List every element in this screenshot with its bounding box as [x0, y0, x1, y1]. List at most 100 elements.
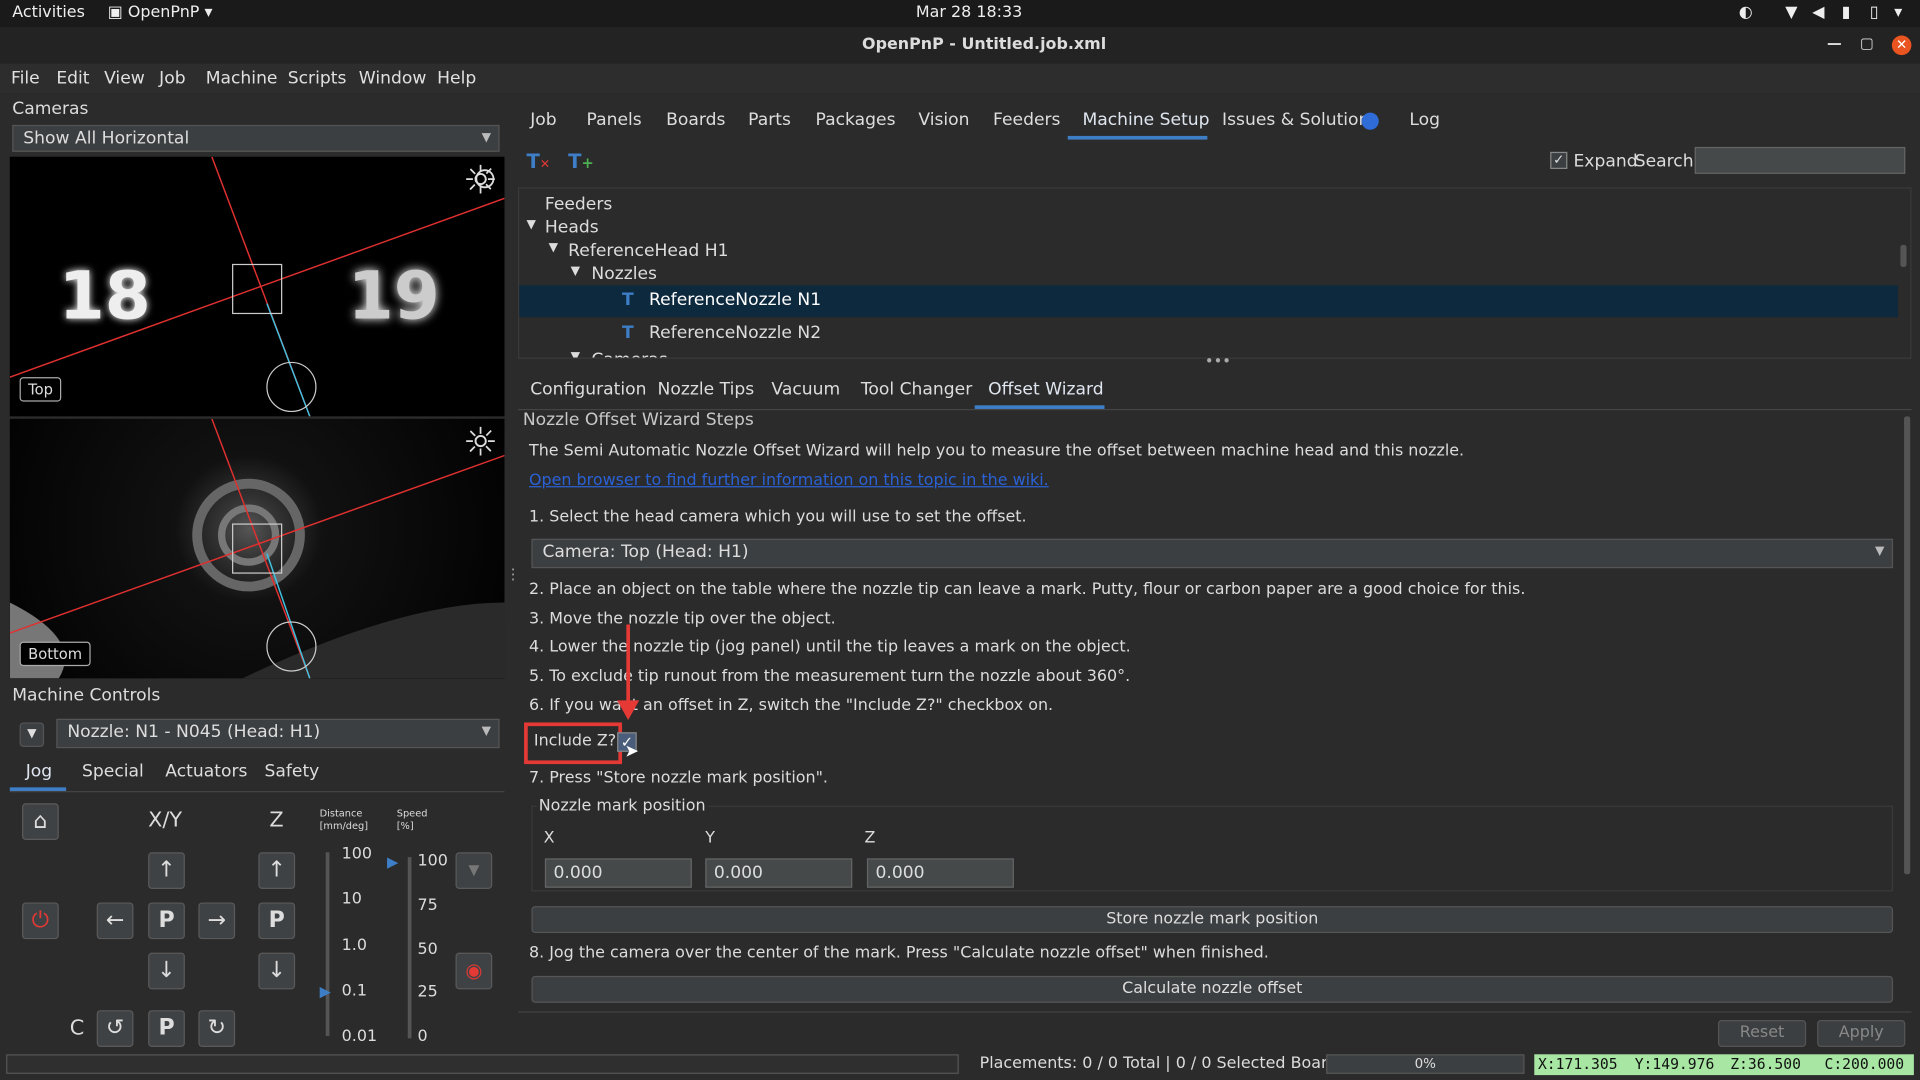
tree-item-feeders[interactable]: Feeders [545, 195, 612, 215]
top-camera-view[interactable]: 18 19 ☼ Top [9, 156, 505, 417]
mark-x-field[interactable]: 0.000 [544, 858, 692, 888]
tree-row-selected[interactable]: T ReferenceNozzle N1 [519, 285, 1898, 318]
jog-z-minus-button[interactable]: ↓ [258, 952, 296, 990]
tree-item-nozzle-n2[interactable]: ReferenceNozzle N2 [649, 323, 821, 343]
tree-scrollbar[interactable] [1900, 244, 1907, 267]
jog-x-plus-button[interactable]: → [198, 902, 236, 940]
tab-configuration[interactable]: Configuration [530, 380, 646, 400]
tab-nozzle-tips[interactable]: Nozzle Tips [658, 380, 755, 400]
system-menu-chevron-down-icon[interactable]: ▾ [1894, 4, 1902, 22]
update-icon[interactable]: ◐ [1739, 4, 1753, 22]
head-camera-select[interactable]: Camera: Top (Head: H1) ▼ [531, 538, 1894, 569]
menu-edit[interactable]: Edit [56, 69, 89, 89]
app-menu[interactable]: ▣ OpenPnP ▾ [108, 4, 213, 22]
menu-file[interactable]: File [11, 69, 40, 89]
nozzle-tip-button[interactable]: ▾ [455, 852, 493, 889]
tab-issues-solutions[interactable]: Issues & Solutions [1222, 110, 1378, 130]
volume-icon[interactable]: ◀ [1812, 4, 1824, 22]
tab-vision[interactable]: Vision [918, 110, 969, 130]
chevron-down-icon[interactable]: ▼ [571, 264, 580, 277]
distance-slider-track[interactable] [325, 852, 330, 1036]
tab-boards[interactable]: Boards [666, 110, 725, 130]
tree-item-cameras[interactable]: Cameras [591, 350, 667, 357]
power-button[interactable]: ⏻ [22, 902, 59, 940]
menu-view[interactable]: View [104, 69, 145, 89]
close-icon[interactable]: ✕ [1891, 35, 1912, 56]
remove-nozzle-button[interactable]: T✕ [527, 149, 551, 172]
apply-button[interactable]: Apply [1817, 1020, 1906, 1047]
mark-z-field[interactable]: 0.000 [866, 858, 1014, 888]
calculate-nozzle-offset-button[interactable]: Calculate nozzle offset [531, 975, 1894, 1003]
menu-machine[interactable]: Machine [206, 69, 278, 89]
tree-item-heads[interactable]: Heads [545, 218, 599, 238]
chevron-down-icon[interactable]: ▼ [527, 218, 536, 231]
chevron-down-icon[interactable]: ▼ [549, 241, 558, 254]
jog-y-plus-button[interactable]: ↑ [148, 852, 185, 889]
speed-slider-handle[interactable]: ▶ [387, 853, 398, 870]
search-input[interactable] [1694, 146, 1906, 174]
home-button[interactable]: ⌂ [22, 803, 59, 841]
menu-scripts[interactable]: Scripts [288, 69, 347, 89]
wifi-icon[interactable]: ▼ [1785, 4, 1797, 22]
rotate-ccw-button[interactable]: ↺ [96, 1010, 134, 1047]
speed-slider-track[interactable] [407, 857, 412, 1039]
collapse-toggle-button[interactable]: ▼ [19, 722, 45, 747]
arrow-left-icon: ← [105, 907, 125, 934]
park-c-button[interactable]: P [148, 1010, 185, 1047]
wiki-link[interactable]: Open browser to find further information… [529, 471, 1049, 489]
window-title-bar: OpenPnP - Untitled.job.xml — ▢ ✕ [0, 26, 1920, 64]
menu-help[interactable]: Help [437, 69, 476, 89]
reset-button[interactable]: Reset [1717, 1020, 1807, 1047]
jog-x-minus-button[interactable]: ← [96, 902, 134, 940]
tab-packages[interactable]: Packages [816, 110, 896, 130]
park-z-button[interactable]: P [258, 902, 296, 940]
tab-log[interactable]: Log [1409, 110, 1440, 130]
camera-focus-button[interactable]: ◉ [455, 952, 493, 990]
tab-jog[interactable]: Jog [26, 762, 52, 782]
light-icon[interactable]: ☼ [463, 419, 498, 466]
bottom-camera-view[interactable]: ☼ Bottom [9, 418, 505, 679]
expand-checkbox[interactable]: ✓ [1550, 151, 1568, 169]
jog-y-minus-button[interactable]: ↓ [148, 952, 185, 990]
step-7: 7. Press "Store nozzle mark position". [528, 768, 828, 788]
tab-special[interactable]: Special [82, 762, 144, 782]
split-pane-handle[interactable]: ⋮ [506, 566, 521, 583]
store-nozzle-mark-button[interactable]: Store nozzle mark position [531, 906, 1894, 934]
microphone-icon[interactable]: ▮ [1842, 4, 1851, 22]
tab-actuators[interactable]: Actuators [165, 762, 247, 782]
activities-button[interactable]: Activities [12, 4, 85, 22]
light-icon[interactable]: ☼ [463, 157, 498, 204]
tree-item-head[interactable]: ReferenceHead H1 [568, 241, 728, 261]
tab-feeders[interactable]: Feeders [993, 110, 1060, 130]
menu-job[interactable]: Job [159, 69, 185, 89]
mark-y-field[interactable]: 0.000 [705, 858, 853, 888]
maximize-icon[interactable]: ▢ [1860, 34, 1874, 51]
split-pane-handle[interactable]: ••• [1205, 353, 1231, 370]
park-xy-button[interactable]: P [148, 902, 185, 940]
battery-icon[interactable]: ▯ [1870, 4, 1879, 22]
tab-tool-changer[interactable]: Tool Changer [861, 380, 972, 400]
tab-safety[interactable]: Safety [264, 762, 319, 782]
minimize-icon[interactable]: — [1827, 34, 1842, 51]
rotate-cw-button[interactable]: ↻ [198, 1010, 236, 1047]
nozzle-select[interactable]: Nozzle: N1 - N045 (Head: H1) ▼ [56, 718, 500, 749]
tree-item-nozzle-n1[interactable]: ReferenceNozzle N1 [649, 290, 821, 310]
add-nozzle-button[interactable]: T+ [568, 149, 594, 172]
tree-item-nozzles[interactable]: Nozzles [591, 264, 657, 284]
power-icon: ⏻ [31, 907, 50, 934]
tab-parts[interactable]: Parts [748, 110, 791, 130]
clock[interactable]: Mar 28 18:33 [916, 4, 1022, 22]
tab-vacuum[interactable]: Vacuum [771, 380, 840, 400]
tab-panels[interactable]: Panels [587, 110, 642, 130]
tab-offset-wizard[interactable]: Offset Wizard [988, 380, 1103, 400]
tab-job[interactable]: Job [530, 110, 556, 130]
system-top-bar: Activities ▣ OpenPnP ▾ Mar 28 18:33 ◐ ▼ … [0, 0, 1920, 27]
distance-slider-handle[interactable]: ▶ [320, 983, 331, 1000]
wizard-scrollbar[interactable] [1904, 416, 1911, 875]
chevron-down-icon[interactable]: ▼ [571, 350, 580, 357]
tab-machine-setup[interactable]: Machine Setup [1082, 110, 1209, 130]
nozzle-icon: ▾ [468, 857, 480, 883]
jog-z-plus-button[interactable]: ↑ [258, 852, 296, 889]
menu-window[interactable]: Window [359, 69, 427, 89]
camera-layout-select[interactable]: Show All Horizontal ▼ [12, 124, 500, 152]
